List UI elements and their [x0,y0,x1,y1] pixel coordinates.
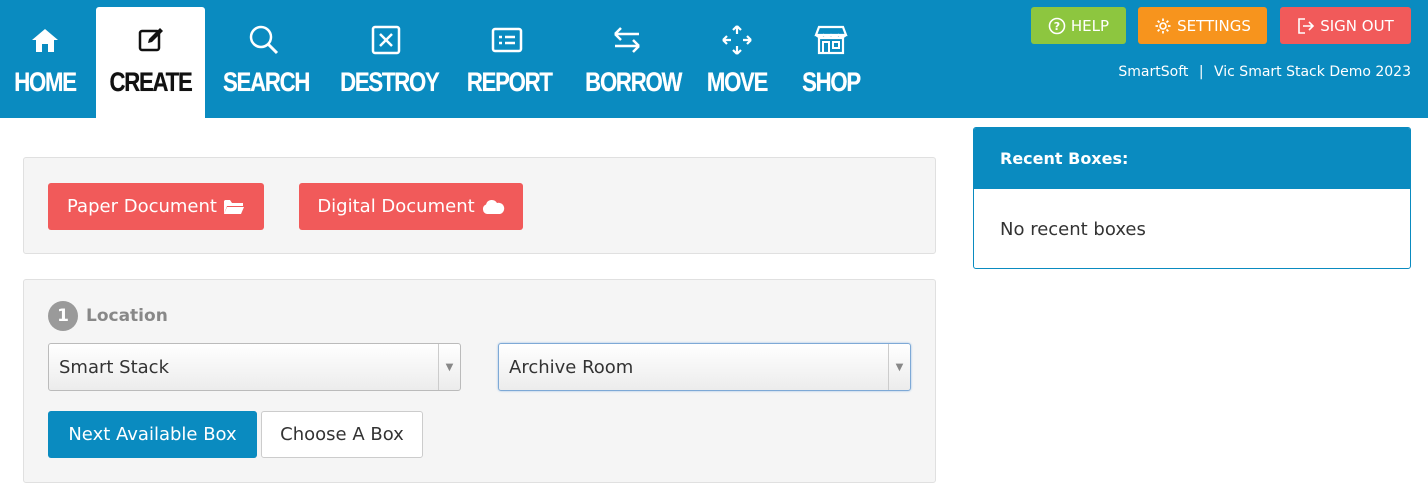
digital-document-label: Digital Document [317,196,475,217]
sign-out-button[interactable]: SIGN OUT [1280,7,1411,44]
borrow-icon [576,22,678,58]
caret-down-icon: ▼ [888,344,910,390]
settings-label: SETTINGS [1177,16,1251,35]
nav-destroy-label: DESTROY [340,67,440,97]
brand-product: Vic Smart Stack Demo 2023 [1214,64,1411,80]
caret-down-icon: ▼ [438,344,460,390]
room-select-value: Archive Room [509,356,634,378]
location-title: Location [86,306,168,326]
svg-text:?: ? [1054,20,1060,33]
sign-out-label: SIGN OUT [1320,16,1394,35]
folder-open-icon [223,199,244,214]
nav-report[interactable]: REPORT [458,7,556,118]
top-header: HOME CREATE SEARCH DESTROY REPORT BORROW… [0,0,1428,118]
room-select[interactable]: Archive Room ▼ [498,343,911,391]
nav-search-label: SEARCH [223,67,310,97]
next-available-box-button[interactable]: Next Available Box [48,411,257,458]
home-icon [0,22,90,58]
choose-a-box-button[interactable]: Choose A Box [261,411,423,458]
paper-document-button[interactable]: Paper Document [48,183,264,230]
location-step-title: 1 Location [48,301,168,331]
destroy-icon [330,22,442,58]
location-panel: 1 Location Smart Stack ▼ Archive Room ▼ … [23,279,936,483]
stack-select-value: Smart Stack [59,356,170,378]
nav-create[interactable]: CREATE [96,7,205,118]
nav-home-label: HOME [14,67,77,97]
nav-destroy[interactable]: DESTROY [330,7,442,118]
question-circle-icon: ? [1048,17,1066,34]
nav-borrow-label: BORROW [585,67,682,97]
recent-boxes-empty: No recent boxes [1000,219,1146,240]
nav-search[interactable]: SEARCH [214,7,314,118]
settings-button[interactable]: SETTINGS [1138,7,1267,44]
paper-document-label: Paper Document [67,196,217,217]
brand-separator: | [1198,64,1204,80]
brand-company: SmartSoft [1118,64,1189,80]
nav-create-label: CREATE [109,67,192,97]
stack-select[interactable]: Smart Stack ▼ [48,343,461,391]
nav-report-label: REPORT [466,67,553,97]
sign-out-icon [1298,17,1315,34]
gear-icon [1155,18,1171,33]
nav-move-label: MOVE [706,67,769,97]
move-icon [696,22,778,58]
recent-boxes-title: Recent Boxes: [974,128,1410,189]
step-number-badge: 1 [48,301,78,331]
brand-line: SmartSoft | Vic Smart Stack Demo 2023 [1118,64,1411,80]
nav-borrow[interactable]: BORROW [576,7,682,118]
cloud-icon [482,199,504,214]
edit-icon [96,22,205,58]
nav-home[interactable]: HOME [0,7,90,118]
help-button[interactable]: ? HELP [1031,7,1126,44]
digital-document-button[interactable]: Digital Document [299,183,523,230]
help-label: HELP [1070,16,1110,35]
recent-boxes-panel: Recent Boxes: No recent boxes [973,127,1411,269]
shop-icon [795,22,867,58]
report-icon [458,22,556,58]
search-icon [214,22,314,58]
nav-shop[interactable]: SHOP [795,7,867,118]
nav-shop-label: SHOP [802,67,861,97]
nav-move[interactable]: MOVE [696,7,778,118]
document-type-panel: Paper Document Digital Document [23,157,936,254]
